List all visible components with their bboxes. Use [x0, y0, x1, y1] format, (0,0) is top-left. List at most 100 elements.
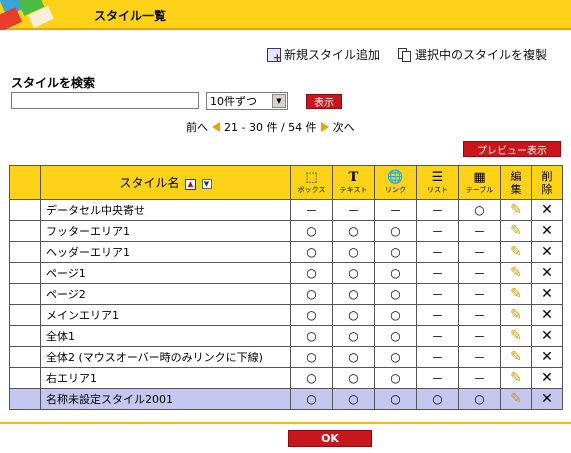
link-cell: － — [374, 199, 417, 221]
text-cell: ○ — [332, 325, 375, 347]
table-cell: － — [458, 346, 501, 368]
table-row[interactable]: データセル中央寄せ－－－－ ○ ✎ ✕ — [9, 199, 563, 221]
delete-icon[interactable]: ✕ — [541, 391, 553, 407]
link-icon: 🌐 — [387, 170, 404, 185]
row-select-cell[interactable] — [9, 262, 41, 284]
link-cell: ○ — [374, 262, 417, 284]
delete-icon[interactable]: ✕ — [541, 307, 553, 323]
edit-cell: ✎ — [500, 241, 532, 263]
row-select-cell[interactable] — [9, 220, 41, 242]
delete-icon[interactable]: ✕ — [541, 202, 553, 218]
table-row[interactable]: 右エリア1 ○ ○ ○ －－ ✎ ✕ — [9, 367, 563, 389]
table-cell: － — [458, 304, 501, 326]
app-logo — [0, 0, 62, 30]
table-row[interactable]: メインエリア1 ○ ○ ○ －－ ✎ ✕ — [9, 304, 563, 326]
row-select-cell[interactable] — [9, 304, 41, 326]
table-row[interactable]: ページ2 ○ ○ ○ －－ ✎ ✕ — [9, 283, 563, 305]
pencil-icon[interactable]: ✎ — [510, 391, 522, 407]
style-name-cell: ページ1 — [40, 262, 291, 284]
next-link[interactable]: 次へ — [333, 119, 355, 135]
pencil-icon[interactable]: ✎ — [510, 349, 522, 365]
text-label: テキスト — [339, 186, 368, 194]
header-bar: スタイル一覧 — [0, 0, 571, 30]
delete-icon[interactable]: ✕ — [541, 265, 553, 281]
table-cell: － — [458, 262, 501, 284]
table-row[interactable]: 全体2 (マウスオーバー時のみリンクに下線) ○ ○ ○ －－ ✎ ✕ — [9, 346, 563, 368]
duplicate-style-link[interactable]: 選択中のスタイルを複製 — [397, 46, 547, 63]
row-select-cell[interactable] — [9, 388, 41, 410]
style-name-cell: フッターエリア1 — [40, 220, 291, 242]
table-row[interactable]: 名称未設定スタイル2001 ○ ○ ○ ○ ○ ✎ ✕ — [9, 388, 563, 410]
delete-icon[interactable]: ✕ — [541, 349, 553, 365]
delete-icon[interactable]: ✕ — [541, 370, 553, 386]
text-cell: － — [332, 199, 375, 221]
delete-icon[interactable]: ✕ — [541, 223, 553, 239]
row-select-cell[interactable] — [9, 325, 41, 347]
box-cell: ○ — [290, 304, 333, 326]
dropdown-arrow-icon[interactable]: ▼ — [272, 94, 286, 108]
page-title: スタイル一覧 — [94, 9, 167, 23]
header-delete: 削除 — [531, 165, 563, 200]
table-row[interactable]: ヘッダーエリア1 ○ ○ ○ －－ ✎ ✕ — [9, 241, 563, 263]
list-cell: － — [416, 325, 459, 347]
table-header-row: スタイル名 ▲ ▼ ⬚ ボックス T テキスト 🌐 リンク ☰ リスト ▦ テーブル 編集… — [9, 165, 563, 200]
pencil-icon[interactable]: ✎ — [510, 328, 522, 344]
list-icon: ☰ — [431, 170, 444, 185]
search-input[interactable] — [11, 92, 199, 109]
row-select-cell[interactable] — [9, 367, 41, 389]
table-cell: ○ — [458, 388, 501, 410]
style-table: スタイル名 ▲ ▼ ⬚ ボックス T テキスト 🌐 リンク ☰ リスト ▦ テーブル 編集… — [9, 165, 563, 410]
table-cell: ○ — [458, 199, 501, 221]
top-links: 新規スタイル追加 選択中のスタイルを複製 — [266, 46, 547, 64]
per-page-select[interactable]: 10件ずつ ▼ — [206, 92, 288, 110]
pencil-icon[interactable]: ✎ — [510, 286, 522, 302]
style-name-cell: 全体2 (マウスオーバー時のみリンクに下線) — [40, 346, 291, 368]
text-cell: ○ — [332, 346, 375, 368]
pencil-icon[interactable]: ✎ — [510, 244, 522, 260]
preview-button[interactable]: プレビュー表示 — [463, 141, 561, 157]
add-style-label: 新規スタイル追加 — [283, 48, 380, 62]
link-cell: ○ — [374, 241, 417, 263]
text-cell: ○ — [332, 283, 375, 305]
pencil-icon[interactable]: ✎ — [510, 265, 522, 281]
row-select-cell[interactable] — [9, 346, 41, 368]
row-select-cell[interactable] — [9, 283, 41, 305]
sort-ascending-icon[interactable]: ▲ — [185, 178, 196, 190]
table-row[interactable]: フッターエリア1 ○ ○ ○ －－ ✎ ✕ — [9, 220, 563, 242]
delete-icon[interactable]: ✕ — [541, 244, 553, 260]
page-range: 21 - 30 件 / 54 件 — [224, 121, 317, 134]
per-page-value: 10件ずつ — [210, 95, 257, 108]
next-arrow-icon[interactable] — [320, 122, 329, 132]
link-cell: ○ — [374, 304, 417, 326]
table-cell: － — [458, 220, 501, 242]
pencil-icon[interactable]: ✎ — [510, 202, 522, 218]
edit-cell: ✎ — [500, 262, 532, 284]
delete-icon[interactable]: ✕ — [541, 286, 553, 302]
edit-cell: ✎ — [500, 220, 532, 242]
row-select-cell[interactable] — [9, 241, 41, 263]
add-style-link[interactable]: 新規スタイル追加 — [266, 46, 380, 64]
prev-arrow-icon[interactable] — [212, 122, 220, 132]
prev-link[interactable]: 前へ — [186, 119, 208, 135]
delete-icon[interactable]: ✕ — [541, 328, 553, 344]
ok-button[interactable]: OK — [288, 430, 372, 447]
edit-label: 編集 — [510, 169, 522, 196]
table-row[interactable]: 全体1 ○ ○ ○ －－ ✎ ✕ — [9, 325, 563, 347]
table-row[interactable]: ページ1 ○ ○ ○ －－ ✎ ✕ — [9, 262, 563, 284]
pencil-icon[interactable]: ✎ — [510, 307, 522, 323]
edit-cell: ✎ — [500, 388, 532, 410]
pencil-icon[interactable]: ✎ — [510, 370, 522, 386]
link-cell: ○ — [374, 367, 417, 389]
delete-cell: ✕ — [531, 325, 563, 347]
footer-divider — [0, 422, 571, 424]
style-name-cell: メインエリア1 — [40, 304, 291, 326]
list-cell: － — [416, 346, 459, 368]
link-label: リンク — [385, 186, 406, 194]
row-select-cell[interactable] — [9, 199, 41, 221]
delete-cell: ✕ — [531, 304, 563, 326]
display-button[interactable]: 表示 — [306, 94, 342, 109]
edit-cell: ✎ — [500, 367, 532, 389]
sort-descending-icon[interactable]: ▼ — [201, 179, 212, 189]
pencil-icon[interactable]: ✎ — [510, 223, 522, 239]
link-cell: ○ — [374, 220, 417, 242]
